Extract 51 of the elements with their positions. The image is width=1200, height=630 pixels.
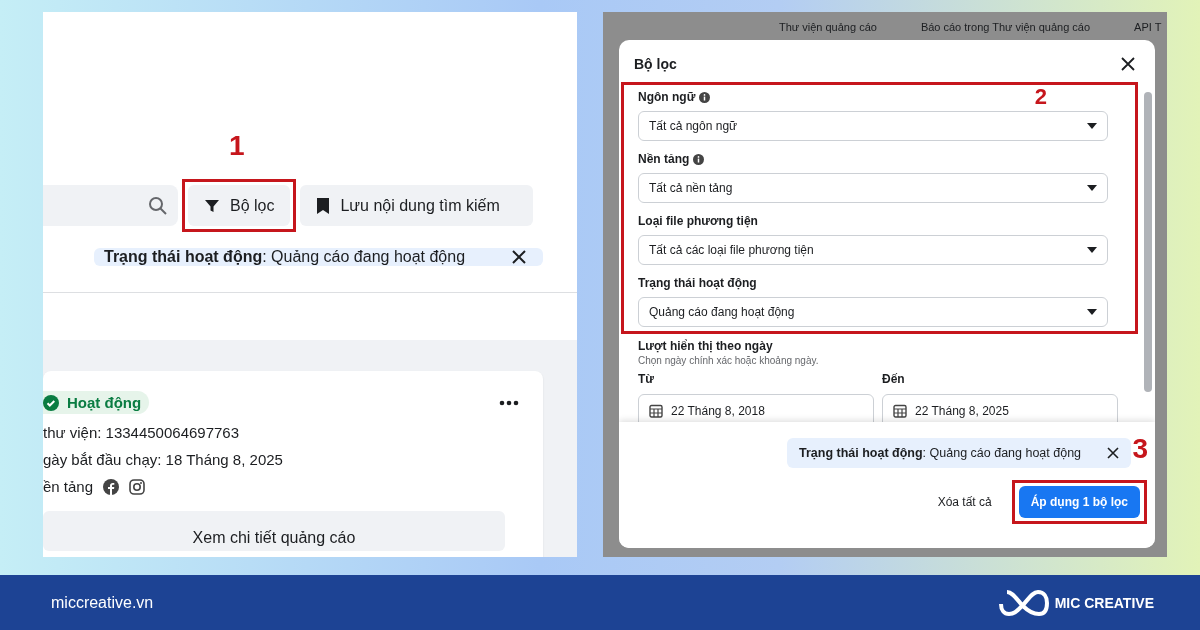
field-label: Loại file phương tiện xyxy=(638,214,758,228)
dialog-title: Bộ lọc xyxy=(634,56,677,72)
field-label: Trạng thái hoạt động xyxy=(638,276,757,290)
field-label: Nền tảng xyxy=(638,152,690,166)
step-number: 2 xyxy=(1034,86,1047,108)
instagram-icon xyxy=(129,478,146,495)
field-label: Đến xyxy=(882,372,906,386)
library-id-text: thư viện: 1334450064697763 xyxy=(43,424,241,441)
nav-link[interactable]: API T xyxy=(1134,21,1162,34)
caret-icon xyxy=(1087,309,1097,315)
caret-icon xyxy=(1087,123,1097,129)
platforms-label: ền tảng xyxy=(43,478,94,495)
clear-all-button[interactable]: Xóa tất cả xyxy=(931,494,998,510)
facebook-icon xyxy=(103,478,120,495)
section-hint: Chọn ngày chính xác hoặc khoảng ngày. xyxy=(638,355,820,366)
search-icon xyxy=(148,195,168,216)
calendar-icon xyxy=(649,404,663,418)
field-label: Từ xyxy=(638,372,656,386)
view-details-button[interactable]: Xem chi tiết quảng cáo xyxy=(43,511,505,551)
close-icon[interactable] xyxy=(1107,447,1119,459)
close-icon[interactable] xyxy=(1121,57,1135,71)
start-date-text: gày bắt đầu chạy: 18 Tháng 8, 2025 xyxy=(43,451,284,468)
status-badge: Hoạt động xyxy=(43,391,150,414)
nav-link[interactable]: Báo cáo trong Thư viện quảng cáo xyxy=(920,21,1091,34)
filter-button[interactable]: Bộ lọc xyxy=(188,185,291,226)
close-icon[interactable] xyxy=(511,249,527,265)
nav-link[interactable]: Thư viện quảng cáo xyxy=(779,21,877,34)
more-icon[interactable] xyxy=(499,399,519,406)
caret-icon xyxy=(1087,185,1097,191)
calendar-icon xyxy=(893,404,907,418)
search-field[interactable] xyxy=(43,185,178,226)
apply-filter-button[interactable]: Áp dụng 1 bộ lọc xyxy=(1018,486,1140,518)
dropdown[interactable]: Tất cả các loại file phương tiện xyxy=(638,235,1108,265)
step-number: 3 xyxy=(1132,433,1148,465)
step-number: 1 xyxy=(229,130,245,162)
save-search-button[interactable]: Lưu nội dung tìm kiếm xyxy=(300,185,534,226)
funnel-icon xyxy=(204,197,220,214)
section-title: Lượt hiển thị theo ngày xyxy=(638,339,774,353)
scrollbar[interactable] xyxy=(1144,92,1152,392)
bookmark-icon xyxy=(316,196,331,215)
website-text: miccreative.vn xyxy=(51,593,154,612)
active-filter-text: Trạng thái hoạt động: Quảng cáo đang hoạt động xyxy=(799,446,1082,460)
brand-name: MIC CREATIVE xyxy=(1054,594,1154,611)
active-filter-text: Trạng thái hoạt động: Quảng cáo đang hoạt động xyxy=(104,248,466,266)
dropdown[interactable]: Tất cả nền tảng xyxy=(638,173,1108,203)
dropdown[interactable]: Quảng cáo đang hoạt động xyxy=(638,297,1108,327)
logo-icon xyxy=(998,587,1049,618)
caret-icon xyxy=(1087,247,1097,253)
field-label: Ngôn ngữ xyxy=(638,90,696,104)
check-circle-icon xyxy=(43,394,59,411)
dropdown[interactable]: Tất cả ngôn ngữ xyxy=(638,111,1108,141)
